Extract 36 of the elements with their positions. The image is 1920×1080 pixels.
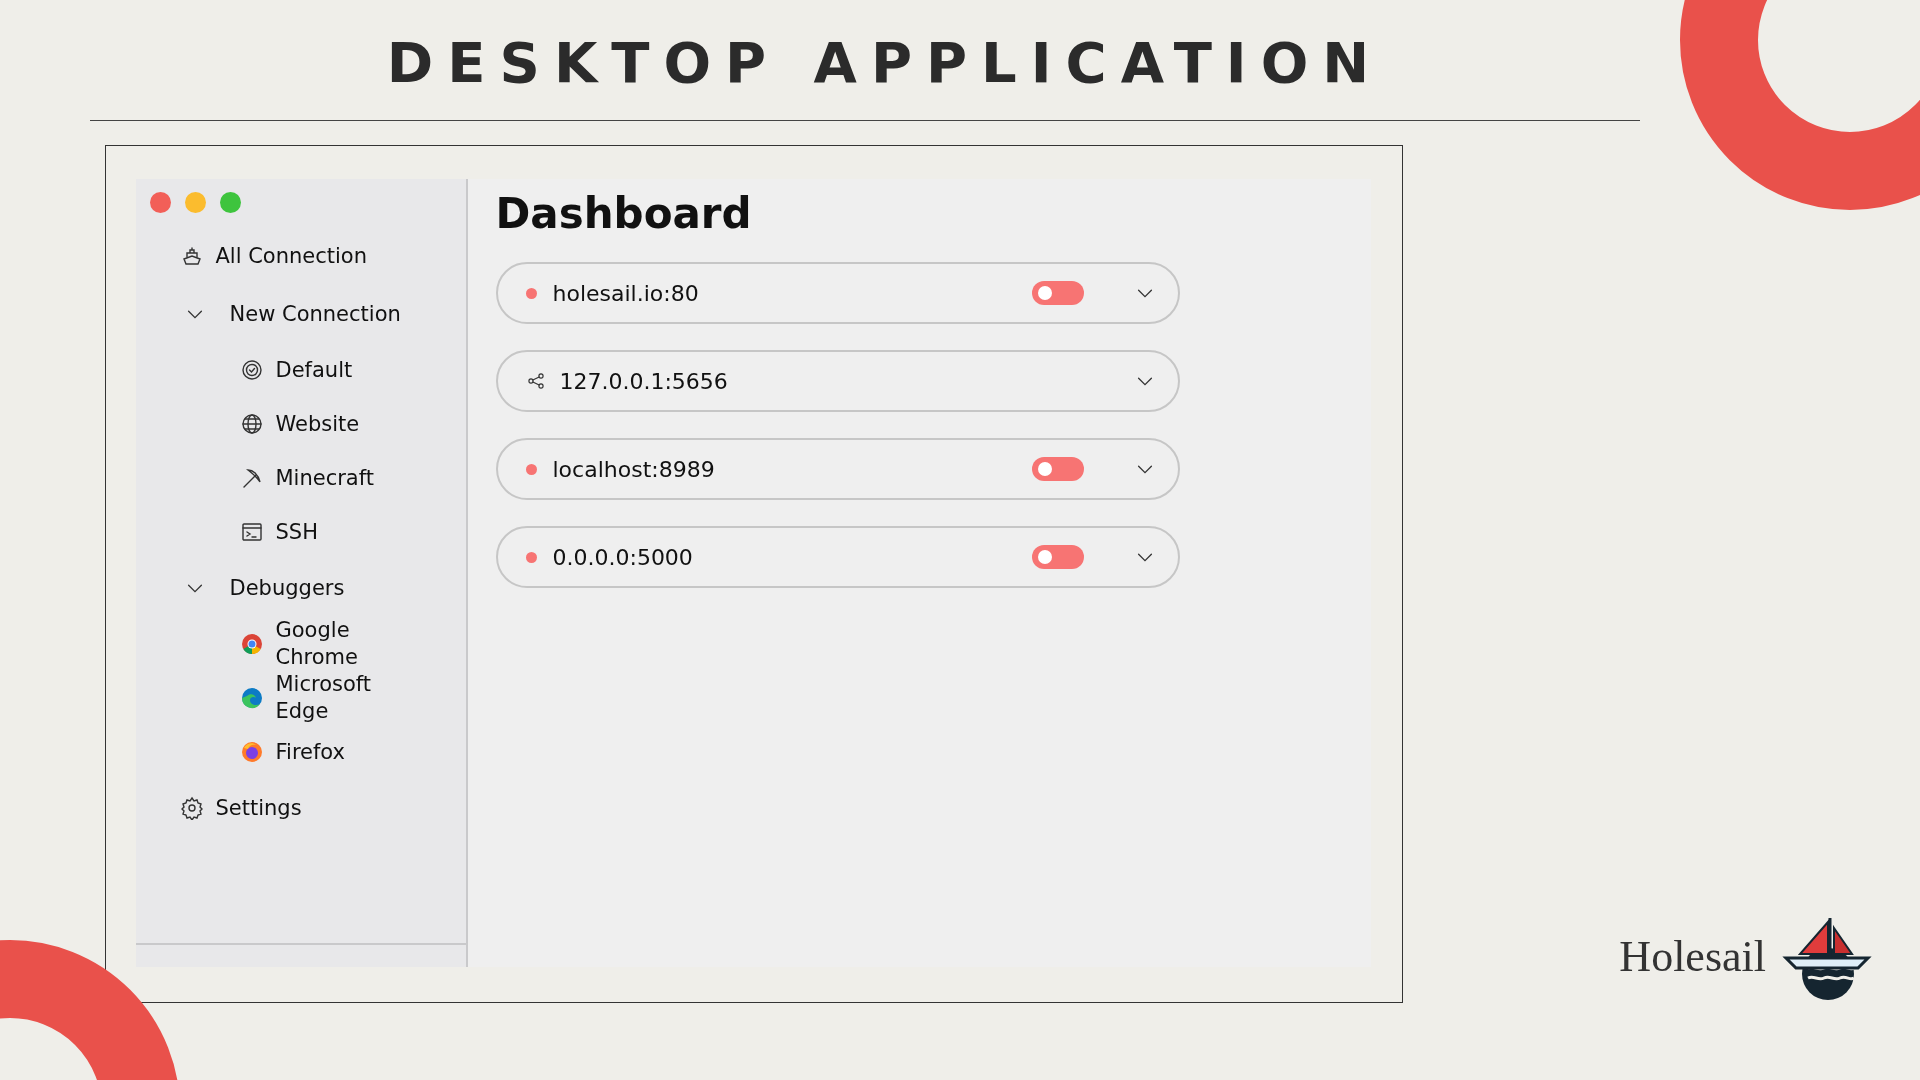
sidebar-item[interactable]: Microsoft Edge	[179, 671, 466, 725]
window-control-dot[interactable]	[149, 192, 171, 213]
toggle-switch[interactable]	[1031, 545, 1084, 569]
connection-address: 0.0.0.0:5000	[552, 544, 694, 570]
connection-address: localhost:8989	[552, 456, 716, 482]
dashboard-title: Dashboard	[495, 189, 753, 238]
globe-icon	[239, 412, 264, 436]
browser-logo-icon	[239, 740, 264, 764]
sidebar-item[interactable]: SSH	[179, 505, 466, 559]
badge-check-icon	[239, 358, 264, 382]
sidebar-item[interactable]: Minecraft	[179, 451, 466, 505]
connection-row[interactable]: holesail.io:80	[495, 262, 1180, 324]
connection-address: holesail.io:80	[552, 280, 700, 306]
terminal-window-icon	[239, 520, 264, 544]
sidebar-item[interactable]: Google Chrome	[179, 617, 466, 671]
toggle-switch[interactable]	[1031, 281, 1084, 305]
sidebar-item[interactable]: Settings	[179, 779, 466, 837]
connection-row[interactable]: 0.0.0.0:5000	[495, 526, 1180, 588]
share-icon	[525, 371, 546, 391]
browser-logo-icon	[239, 686, 264, 710]
settings-icon	[179, 796, 204, 820]
connection-row[interactable]: 127.0.0.1:5656	[495, 350, 1180, 412]
sidebar-item[interactable]: Firefox	[179, 725, 466, 779]
slide-title: DESKTOP APPLICATION	[386, 30, 1384, 94]
sidebar-group[interactable]: Debuggers	[179, 559, 466, 617]
connection-address: 127.0.0.1:5656	[559, 368, 729, 394]
sidebar-item[interactable]: All Connection	[179, 227, 466, 285]
window-control-dot[interactable]	[219, 192, 241, 213]
sidebar-group[interactable]: New Connection	[179, 285, 466, 343]
toggle-switch[interactable]	[1031, 457, 1084, 481]
brand-name: Holesail	[1619, 930, 1766, 982]
browser-logo-icon	[239, 632, 264, 656]
sidebar-item[interactable]: Default	[179, 343, 466, 397]
sidebar-item[interactable]: Website	[179, 397, 466, 451]
window-control-dot[interactable]	[184, 192, 206, 213]
connection-row[interactable]: localhost:8989	[495, 438, 1180, 500]
